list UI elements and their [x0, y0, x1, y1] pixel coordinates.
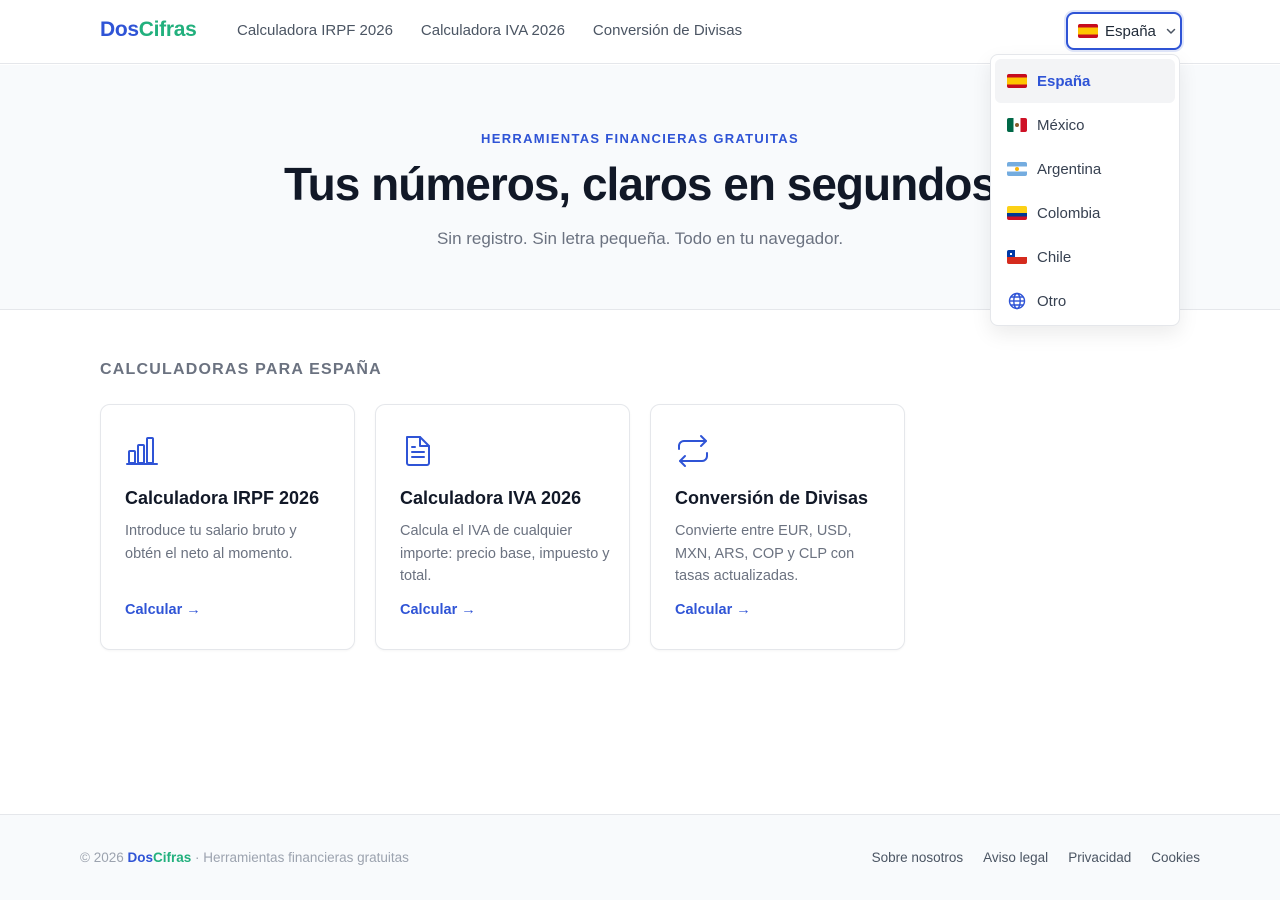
footer-link-sobre-nosotros[interactable]: Sobre nosotros: [872, 850, 964, 865]
logo[interactable]: DosCifras: [100, 18, 197, 42]
calculator-card-divisas[interactable]: Conversión de Divisas Convierte entre EU…: [650, 404, 905, 650]
country-option-argentina[interactable]: Argentina: [995, 147, 1175, 191]
colombia-flag-icon: [1007, 206, 1027, 220]
country-option-label: México: [1037, 116, 1085, 134]
globe-icon: [1007, 291, 1027, 311]
card-description: Convierte entre EUR, USD, MXN, ARS, COP …: [675, 523, 855, 584]
section-title: CALCULADORAS PARA ESPAÑA: [100, 361, 382, 378]
country-dropdown-menu: España México Argentina Colombia Chile O…: [990, 54, 1180, 326]
document-icon: [406, 436, 430, 466]
exchange-icon: [678, 435, 708, 467]
footer-links: Sobre nosotros Aviso legal Privacidad Co…: [872, 850, 1200, 865]
country-option-espana[interactable]: España: [995, 59, 1175, 103]
country-option-otro[interactable]: Otro: [995, 279, 1175, 323]
chevron-down-icon: [1166, 28, 1176, 34]
footer-tagline: · Herramientas financieras gratuitas: [195, 850, 409, 865]
mexico-flag-icon: [1007, 118, 1027, 132]
calculator-card-irpf[interactable]: Calculadora IRPF 2026 Introduce tu salar…: [100, 404, 355, 650]
argentina-flag-icon: [1007, 162, 1027, 176]
card-description: Calcula el IVA de cualquier importe: pre…: [400, 523, 610, 584]
country-option-colombia[interactable]: Colombia: [995, 191, 1175, 235]
footer-copyright: © 2026 DosCifras · Herramientas financie…: [80, 850, 409, 865]
bar-chart-icon: [126, 437, 158, 465]
country-selector-label: España: [1105, 22, 1156, 40]
spain-flag-icon: [1007, 74, 1027, 88]
calculator-card-iva[interactable]: Calculadora IVA 2026 Calcula el IVA de c…: [375, 404, 630, 650]
country-option-label: Argentina: [1037, 160, 1102, 178]
country-option-label: Chile: [1037, 248, 1072, 266]
footer-link-cookies[interactable]: Cookies: [1151, 850, 1200, 865]
country-selector-button[interactable]: España: [1066, 12, 1182, 50]
copyright-year: © 2026: [80, 850, 124, 865]
card-description: Introduce tu salario bruto y obtén el ne…: [125, 523, 297, 562]
chile-flag-icon: [1007, 250, 1027, 264]
card-title: Calculadora IVA 2026: [400, 488, 582, 508]
country-option-chile[interactable]: Chile: [995, 235, 1175, 279]
card-title: Calculadora IRPF 2026: [125, 488, 320, 508]
calcular-link[interactable]: Calcular →: [675, 602, 751, 618]
calcular-link[interactable]: Calcular →: [400, 602, 476, 618]
footer-link-aviso-legal[interactable]: Aviso legal: [983, 850, 1048, 865]
country-option-mexico[interactable]: México: [995, 103, 1175, 147]
nav-link-irpf[interactable]: Calculadora IRPF 2026: [237, 22, 393, 39]
nav-link-iva[interactable]: Calculadora IVA 2026: [421, 22, 565, 39]
calcular-link[interactable]: Calcular →: [125, 602, 201, 618]
footer-brand-cifras: Cifras: [153, 850, 192, 865]
footer-brand-dos: Dos: [127, 850, 154, 865]
nav-link-divisas[interactable]: Conversión de Divisas: [593, 22, 742, 39]
country-option-label: Colombia: [1037, 204, 1101, 222]
logo-part-dos: Dos: [100, 18, 139, 41]
card-title: Conversión de Divisas: [675, 488, 869, 508]
footer: © 2026 DosCifras · Herramientas financie…: [0, 814, 1280, 900]
main-nav: Calculadora IRPF 2026 Calculadora IVA 20…: [237, 22, 742, 39]
footer-link-privacidad[interactable]: Privacidad: [1068, 850, 1131, 865]
logo-part-cifras: Cifras: [138, 18, 197, 41]
country-option-label: Otro: [1037, 292, 1067, 310]
country-option-label: España: [1037, 72, 1091, 90]
spain-flag-icon: [1078, 24, 1098, 38]
